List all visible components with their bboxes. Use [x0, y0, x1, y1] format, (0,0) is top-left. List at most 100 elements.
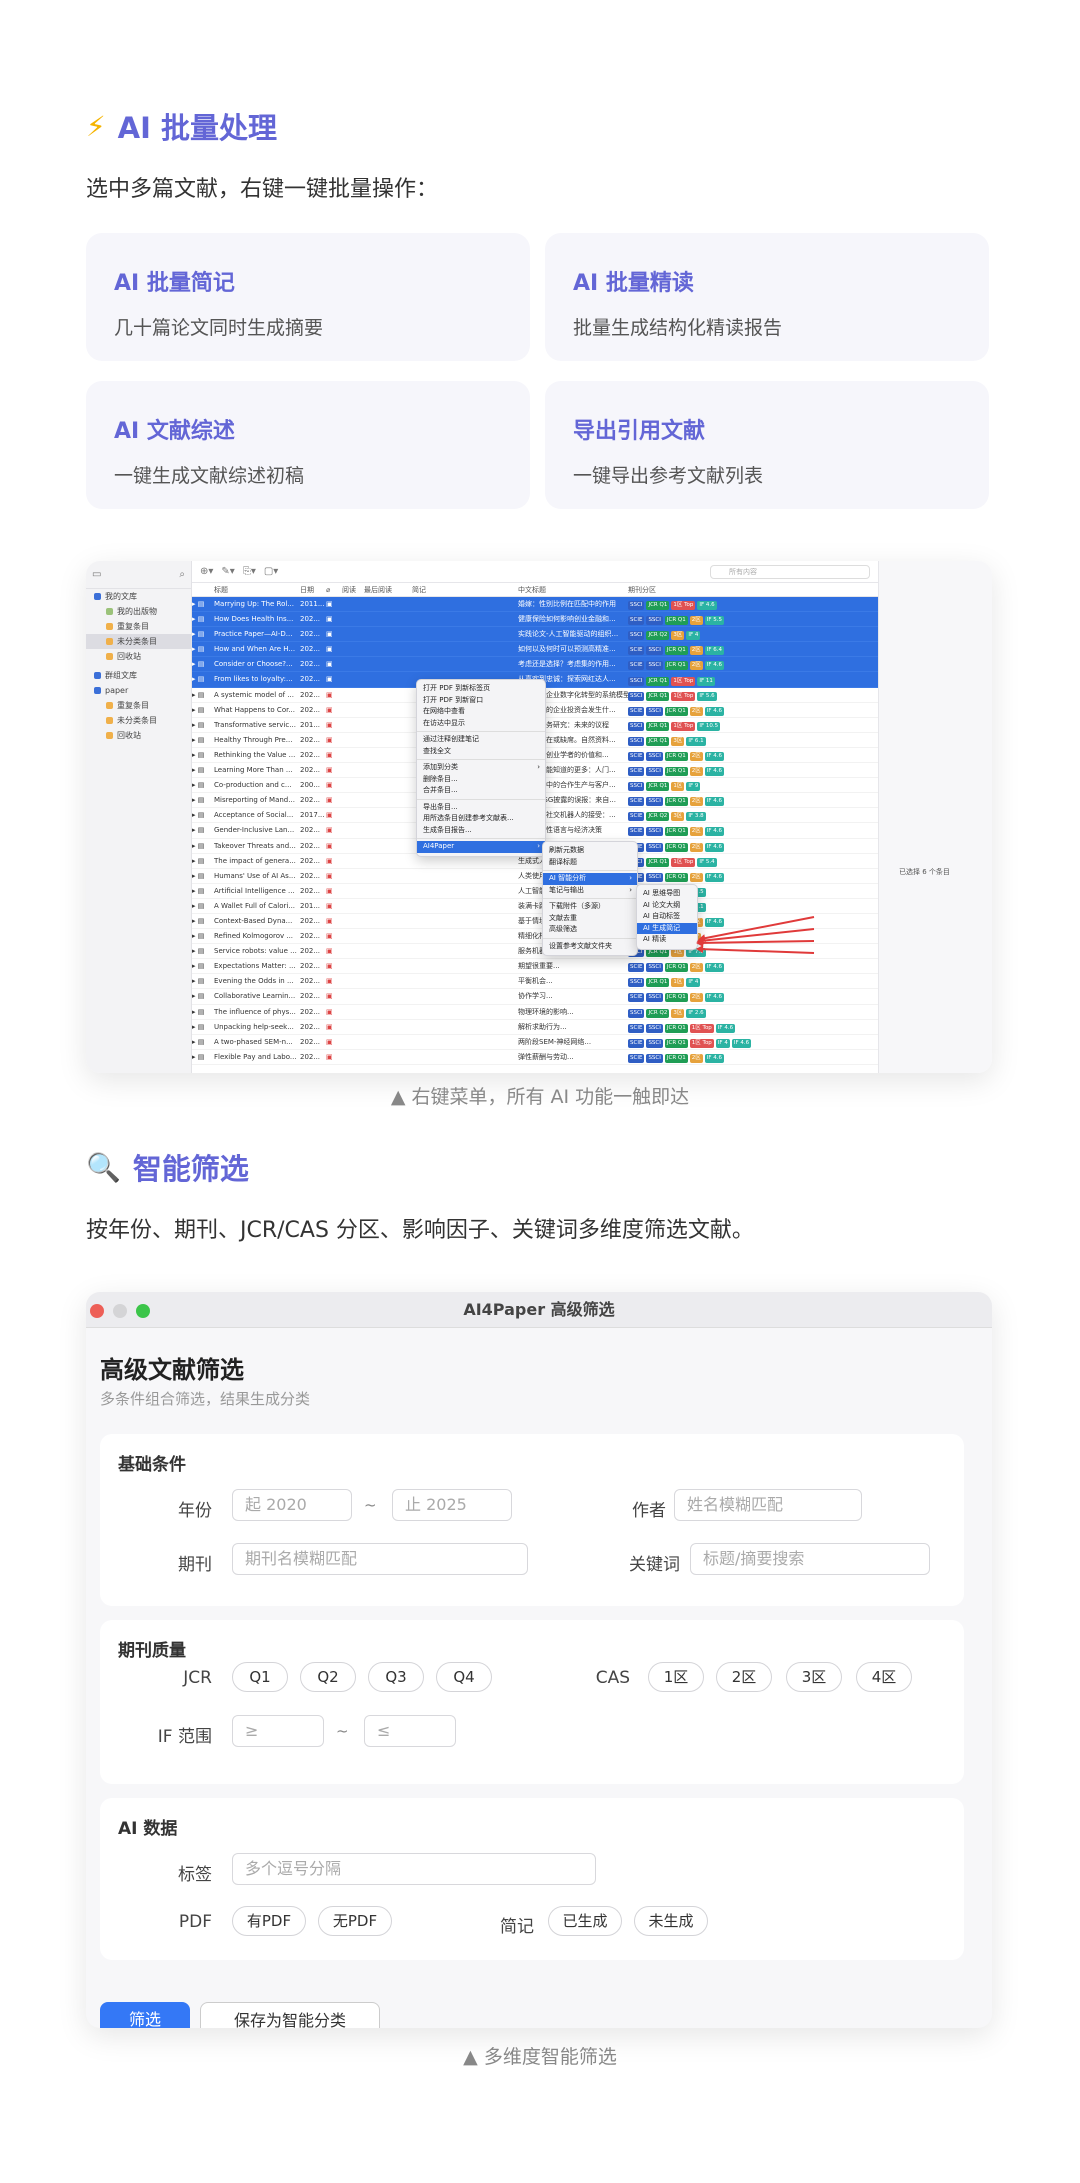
folder-icon[interactable]: ▭ [92, 569, 101, 580]
menu-item[interactable]: 删除条目... [417, 774, 545, 786]
menu-item[interactable]: AI 生成简记 [637, 922, 697, 934]
journal-tag: 1区 [671, 782, 685, 792]
search-icon[interactable]: ⌕ [179, 569, 185, 580]
table-row[interactable]: ▸ ▤A Wallet Full of Calori...201...▣装满卡路… [192, 899, 878, 914]
menu-item[interactable]: AI 自动标签 [637, 911, 697, 923]
menu-item[interactable]: 打开 PDF 到新标签页 [417, 683, 545, 695]
note-not-generated-option[interactable]: 未生成 [634, 1906, 708, 1936]
cas-2-option[interactable]: 2区 [716, 1662, 772, 1692]
year-to-input[interactable]: 止 2025 [392, 1489, 512, 1521]
menu-item[interactable]: 查找全文 [417, 746, 545, 758]
journal-tags: SCIE SSCI JCR Q1 1区 Top IF 4 IF 4.6 [628, 1035, 768, 1049]
table-row[interactable]: ▸ ▤ The influence of phys... 202... ▣ 物理环境的影… [192, 1005, 878, 1020]
zoom-button[interactable] [136, 1304, 150, 1318]
table-row[interactable]: ▸ ▤ Expectations Matter: ... 202... ▣ 期望很重要.… [192, 959, 878, 975]
if-max-input[interactable]: ≤ [364, 1715, 456, 1747]
menu-item[interactable]: AI 思维导图 [637, 888, 697, 900]
table-row[interactable]: ▸ ▤ Consider or Choose?... 202... ▣ 考虑还是选择？考… [192, 657, 878, 673]
menu-item[interactable]: 通过注释创建笔记 [417, 734, 545, 746]
menu-item[interactable]: 在网络中查看 [417, 706, 545, 718]
keyword-input[interactable]: 标题/摘要搜索 [690, 1543, 930, 1575]
table-row[interactable]: ▸ ▤ How Does Health Ins... 202... ▣ 健康保险如何影响… [192, 612, 878, 628]
menu-item[interactable]: 导出条目... [417, 802, 545, 814]
has-pdf-option[interactable]: 有PDF [232, 1906, 306, 1936]
cas-3-option[interactable]: 3区 [786, 1662, 842, 1692]
menu-item[interactable]: 添加到分类 › [417, 762, 545, 774]
sidebar-item[interactable]: 群组文库 [86, 668, 191, 683]
filter-button[interactable]: 筛选 [100, 2002, 190, 2028]
magic-wand-icon[interactable]: ✎▾ [221, 566, 234, 577]
sidebar-item[interactable]: 我的文库 [86, 589, 191, 604]
tag-input[interactable]: 多个逗号分隔 [232, 1853, 596, 1885]
table-row[interactable]: ▸ ▤ Unpacking help-seek... 202... ▣ 解析求助行为..… [192, 1020, 878, 1035]
menu-item[interactable]: 刷新元数据 [543, 845, 637, 857]
document-icon: ▸ ▤ [192, 766, 205, 775]
attachment-icon[interactable]: ⎘▾ [243, 566, 256, 577]
item-date: 202... [300, 1037, 321, 1046]
menu-item[interactable]: AI 精读 [637, 934, 697, 946]
chevron-right-icon: › [629, 885, 632, 894]
note-cell [412, 1050, 518, 1064]
menu-item[interactable]: 高级筛选 [543, 924, 637, 936]
menu-item[interactable]: 在访达中显示 [417, 718, 545, 730]
table-row[interactable]: ▸ ▤ How and When Are H... 202... ▣ 如何以及何时可以预… [192, 642, 878, 658]
table-row[interactable]: ▸ ▤ A two-phased SEM-n... 202... ▣ 两阶段SEM-神经… [192, 1035, 878, 1050]
read-status [342, 718, 364, 732]
read-status [342, 1020, 364, 1034]
table-row[interactable]: ▸ ▤ Collaborative Learnin... 202... ▣ 协作学习..… [192, 989, 878, 1005]
close-button[interactable] [90, 1304, 104, 1318]
new-item-icon[interactable]: ⊕▾ [200, 566, 213, 577]
table-row[interactable]: ▸ ▤Context-Based Dyna...202...▣基于情境的动态..… [192, 914, 878, 930]
sidebar-item[interactable]: 我的出版物 [86, 604, 191, 619]
menu-item[interactable]: 合并条目... [417, 785, 545, 797]
sidebar-item[interactable]: 未分类条目 [86, 713, 191, 728]
note-cell [412, 1035, 518, 1049]
journal-tag: SCIE [628, 1023, 645, 1033]
journal-tag: IF 3.8 [686, 812, 706, 822]
minimize-button[interactable] [113, 1304, 127, 1318]
table-row[interactable]: ▸ ▤ Flexible Pay and Labo... 202... ▣ 弹性薪酬与劳… [192, 1050, 878, 1065]
if-min-input[interactable]: ≥ [232, 1715, 324, 1747]
menu-item[interactable]: 生成条目报告... [417, 825, 545, 837]
menu-item[interactable]: AI 论文大纲 [637, 900, 697, 912]
year-from-input[interactable]: 起 2020 [232, 1489, 352, 1521]
menu-item[interactable]: 设置参考文献文件夹 [543, 941, 637, 953]
feature-card-review: AI 文献综述 一键生成文献综述初稿 [86, 381, 530, 509]
ai4paper-submenu: 刷新元数据 翻译标题 AI 智能分析 › 笔记与输出 › 下载附件（多源） 文献去重 高级筛选设… [542, 841, 638, 956]
author-input[interactable]: 姓名模糊匹配 [674, 1489, 862, 1521]
menu-item[interactable]: 翻译标题 [543, 857, 637, 869]
jcr-q1-option[interactable]: Q1 [232, 1662, 288, 1692]
jcr-q3-option[interactable]: Q3 [368, 1662, 424, 1692]
cas-4-option[interactable]: 4区 [856, 1662, 912, 1692]
sidebar-item[interactable]: 重复条目 [86, 698, 191, 713]
sidebar-item[interactable]: 重复条目 [86, 619, 191, 634]
table-row[interactable]: ▸ ▤ Artificial Intelligence ... 202... ▣ 人工智… [192, 884, 878, 899]
note-icon[interactable]: ▢▾ [264, 566, 278, 577]
search-input[interactable]: 所有内容 [710, 564, 870, 579]
table-row[interactable]: ▸ ▤ Practice Paper—AI-D... 202... ▣ 实践论文-人工智… [192, 627, 878, 643]
jcr-q4-option[interactable]: Q4 [436, 1662, 492, 1692]
no-pdf-option[interactable]: 无PDF [318, 1906, 392, 1936]
note-generated-option[interactable]: 已生成 [548, 1906, 622, 1936]
sidebar-item[interactable]: 未分类条目 [86, 634, 191, 649]
menu-item[interactable]: AI4Paper › [417, 841, 545, 853]
item-date: 201... [300, 901, 321, 910]
table-row[interactable]: ▸ ▤ Marrying Up: The Rol... 2011... ▣ 婚嫁：性别比… [192, 597, 878, 613]
menu-item[interactable]: 打开 PDF 到新窗口 [417, 695, 545, 707]
menu-item[interactable]: 下载附件（多源） [543, 901, 637, 913]
sidebar-item[interactable]: 回收站 [86, 649, 191, 664]
item-chinese-title: 实践论文-人工智能驱动的组织... [518, 630, 619, 639]
menu-item[interactable]: 笔记与输出 › [543, 885, 637, 897]
menu-item[interactable]: 用所选条目创建参考文献表... [417, 813, 545, 825]
menu-item[interactable]: AI 智能分析 › [543, 873, 637, 885]
journal-input[interactable]: 期刊名模糊匹配 [232, 1543, 528, 1575]
jcr-q2-option[interactable]: Q2 [300, 1662, 356, 1692]
sidebar-item[interactable]: paper [86, 683, 191, 698]
menu-separator [417, 838, 545, 839]
table-row[interactable]: ▸ ▤ Evening the Odds in ... 202... ▣ 平衡机会...… [192, 974, 878, 990]
table-row[interactable]: ▸ ▤Humans' Use of AI As...202...▣人类使用人工智… [192, 869, 878, 884]
menu-item[interactable]: 文献去重 [543, 913, 637, 925]
save-smart-collection-button[interactable]: 保存为智能分类 [200, 2002, 380, 2028]
cas-1-option[interactable]: 1区 [648, 1662, 704, 1692]
sidebar-item[interactable]: 回收站 [86, 728, 191, 743]
